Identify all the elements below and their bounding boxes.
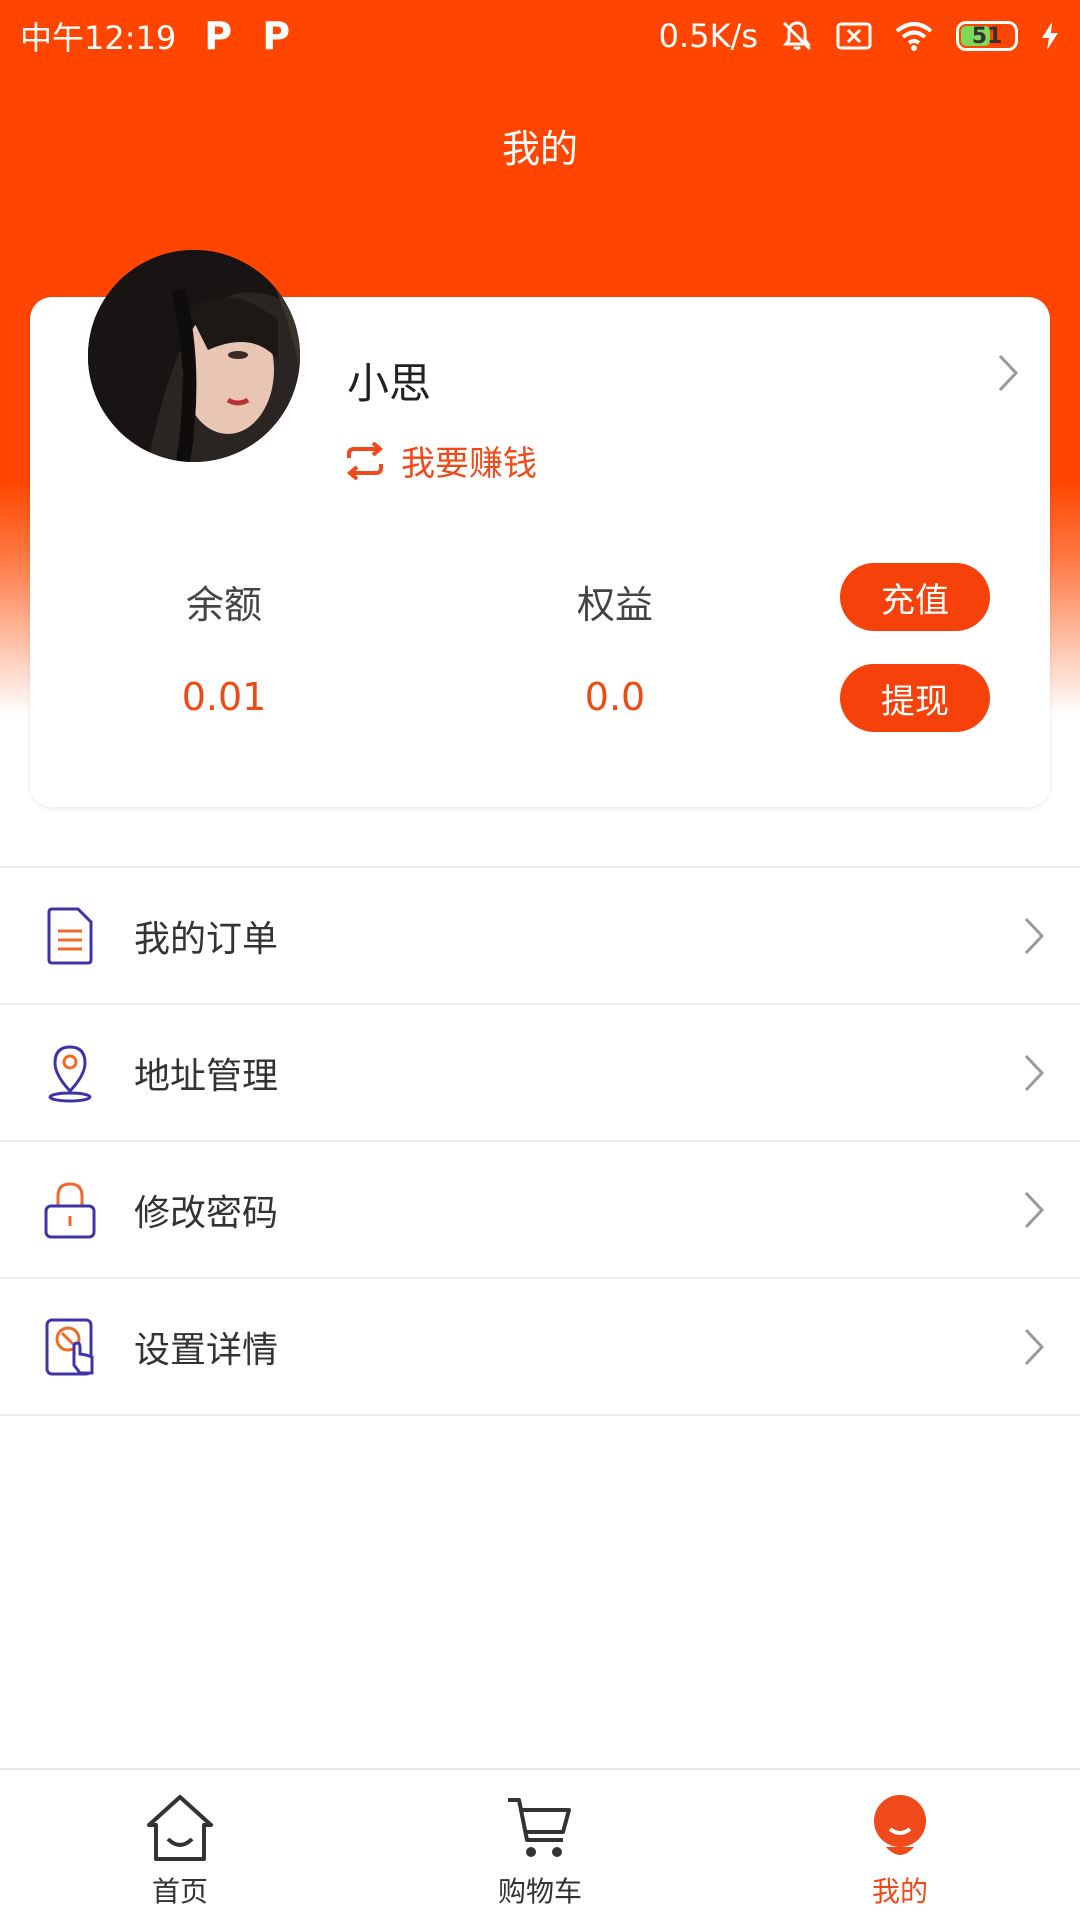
withdraw-button[interactable]: 提现 xyxy=(840,664,990,732)
tab-label: 我的 xyxy=(871,1875,928,1908)
menu-item-label: 地址管理 xyxy=(134,1055,279,1097)
tab-home[interactable]: 首页 xyxy=(0,1770,360,1920)
chevron-right-icon[interactable] xyxy=(996,352,1020,394)
battery-icon: 51 xyxy=(956,21,1018,51)
menu-item-label: 修改密码 xyxy=(134,1192,279,1234)
location-pin-icon xyxy=(42,1043,98,1103)
bottom-tab-bar: 首页 购物车 我的 xyxy=(0,1768,1080,1920)
menu-item-label: 我的订单 xyxy=(134,918,279,960)
chevron-right-icon xyxy=(1024,917,1045,954)
lock-icon xyxy=(42,1180,98,1240)
avatar[interactable] xyxy=(88,250,300,462)
chevron-right-icon xyxy=(1024,1328,1045,1365)
page-title: 我的 xyxy=(501,127,578,171)
earn-money-link[interactable]: 我要赚钱 xyxy=(343,436,537,485)
muted-bell-icon xyxy=(782,21,812,51)
menu-item-label: 设置详情 xyxy=(134,1329,279,1371)
balance-label: 余额 xyxy=(185,583,262,627)
tab-profile[interactable]: 我的 xyxy=(720,1770,1080,1920)
equity-value: 0.0 xyxy=(584,675,646,719)
tab-label: 购物车 xyxy=(497,1875,582,1908)
balance-value: 0.01 xyxy=(181,675,267,719)
home-icon xyxy=(140,1790,220,1866)
network-speed: 0.5K/s xyxy=(658,17,758,55)
chevron-right-icon xyxy=(1024,1054,1045,1091)
settings-touch-icon xyxy=(42,1317,98,1377)
chevron-right-icon xyxy=(1024,1191,1045,1228)
avatar-photo xyxy=(88,250,300,462)
tab-cart[interactable]: 购物车 xyxy=(360,1770,720,1920)
tab-label: 首页 xyxy=(151,1875,208,1908)
user-name[interactable]: 小思 xyxy=(347,350,431,411)
parking-notification-icon: P xyxy=(204,14,233,58)
parking-notification-icon: P xyxy=(262,14,291,58)
battery-level: 51 xyxy=(971,23,1003,49)
profile-face-icon xyxy=(860,1790,940,1866)
earn-money-label: 我要赚钱 xyxy=(401,444,537,484)
cart-icon xyxy=(500,1790,580,1866)
menu-list: 我的订单 地址管理 修改密码 设置详情 xyxy=(0,866,1080,1416)
menu-item-change-password[interactable]: 修改密码 xyxy=(0,1142,1080,1279)
menu-item-orders[interactable]: 我的订单 xyxy=(0,868,1080,1005)
menu-item-address[interactable]: 地址管理 xyxy=(0,1005,1080,1142)
equity-label: 权益 xyxy=(576,583,653,627)
menu-item-settings[interactable]: 设置详情 xyxy=(0,1279,1080,1416)
recharge-button[interactable]: 充值 xyxy=(840,563,990,631)
wifi-icon xyxy=(895,22,933,51)
order-document-icon xyxy=(42,906,98,966)
swap-arrows-icon xyxy=(346,441,384,480)
status-time: 中午12:19 xyxy=(20,19,177,57)
status-bar: 中午12:19 P P 0.5K/s 51 xyxy=(0,0,1080,72)
sim-disabled-icon xyxy=(836,22,872,50)
charging-icon xyxy=(1042,22,1058,50)
